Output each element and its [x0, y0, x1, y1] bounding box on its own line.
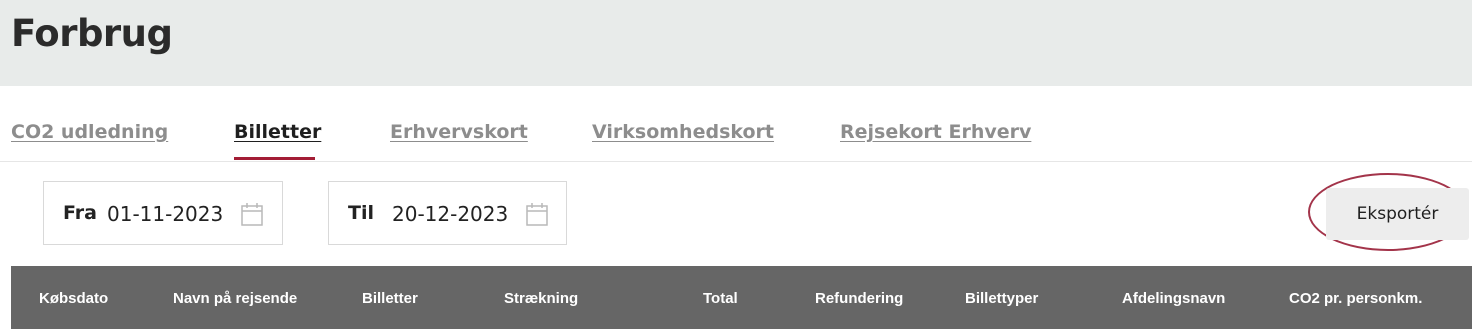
tab-bar: CO2 udledning Billetter Erhvervskort Vir…: [0, 86, 1472, 162]
column-header-koebsdato[interactable]: Købsdato: [39, 290, 108, 307]
active-tab-indicator: [234, 157, 315, 160]
column-header-straekning[interactable]: Strækning: [504, 290, 578, 307]
to-date-field[interactable]: Til 20-12-2023: [328, 181, 567, 245]
column-header-billetter[interactable]: Billetter: [362, 290, 418, 307]
from-date-field[interactable]: Fra 01-11-2023: [43, 181, 283, 245]
tab-virksomhedskort[interactable]: Virksomhedskort: [592, 121, 774, 143]
column-header-total[interactable]: Total: [703, 290, 738, 307]
column-header-refundering[interactable]: Refundering: [815, 290, 903, 307]
tab-billetter[interactable]: Billetter: [234, 121, 321, 143]
column-header-co2[interactable]: CO2 pr. personkm.: [1289, 290, 1422, 307]
table-header: Købsdato Navn på rejsende Billetter Stræ…: [11, 266, 1472, 329]
page-header: Forbrug: [0, 0, 1472, 86]
from-date-label: Fra: [63, 202, 97, 224]
to-date-label: Til: [348, 202, 374, 224]
calendar-icon[interactable]: [241, 202, 263, 226]
from-date-value[interactable]: 01-11-2023: [107, 202, 223, 226]
tab-rejsekort-erhverv[interactable]: Rejsekort Erhverv: [840, 121, 1031, 143]
page-title: Forbrug: [11, 12, 173, 55]
to-date-value[interactable]: 20-12-2023: [392, 202, 508, 226]
column-header-billettyper[interactable]: Billettyper: [965, 290, 1038, 307]
column-header-navn[interactable]: Navn på rejsende: [173, 290, 297, 307]
export-button[interactable]: Eksportér: [1326, 188, 1469, 240]
tab-co2-udledning[interactable]: CO2 udledning: [11, 121, 168, 143]
column-header-afdelingsnavn[interactable]: Afdelingsnavn: [1122, 290, 1225, 307]
calendar-icon[interactable]: [526, 202, 548, 226]
tab-erhvervskort[interactable]: Erhvervskort: [390, 121, 528, 143]
